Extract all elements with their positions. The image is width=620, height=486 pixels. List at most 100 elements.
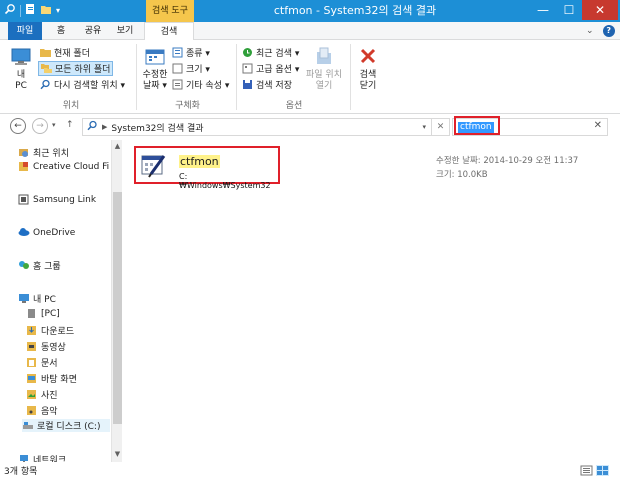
nav-label: [PC] [41, 308, 60, 319]
onedrive-cloud-icon [18, 227, 30, 238]
nav-item-documents[interactable]: 문서 [26, 356, 58, 369]
forward-button[interactable]: → [32, 118, 48, 134]
advanced-options-label: 고급 옵션 ▾ [256, 65, 300, 75]
date-modified-label-1: 수정한 [142, 70, 168, 80]
nav-item-homegroup[interactable]: 홈 그룹 [18, 259, 61, 272]
nav-item-downloads[interactable]: 다운로드 [26, 324, 74, 337]
nav-item-videos[interactable]: 동영상 [26, 340, 66, 353]
tab-share[interactable]: 공유 [80, 22, 106, 40]
search-input[interactable]: ctfmon ✕ [452, 116, 608, 136]
nav-item-onedrive[interactable]: OneDrive [18, 227, 75, 238]
nav-item-network[interactable]: 네트워크 [18, 453, 66, 462]
quick-access-toolbar: ▾ [4, 3, 60, 18]
advanced-options-button[interactable]: 고급 옵션 ▾ [242, 62, 299, 75]
scroll-up-icon[interactable]: ▲ [112, 142, 123, 150]
nav-label: 네트워크 [33, 456, 67, 462]
open-file-location-button[interactable]: 파일 위치 열기 [304, 46, 344, 92]
search-window-icon [4, 3, 16, 18]
current-folder-label: 현재 폴더 [54, 49, 90, 59]
my-pc-button[interactable]: 내 PC [8, 48, 34, 92]
nav-item-pictures[interactable]: 사진 [26, 388, 58, 401]
desktop-folder-icon [26, 373, 37, 384]
date-modified-button[interactable]: 수정한 날짜 ▾ [140, 48, 170, 92]
nav-item-creative-cloud[interactable]: Creative Cloud Fi [18, 161, 109, 172]
open-location-label-1: 파일 위치 [306, 70, 342, 80]
downloads-folder-icon [26, 325, 37, 336]
properties-icon[interactable] [25, 3, 36, 18]
my-pc-label-2: PC [15, 81, 27, 91]
tab-view[interactable]: 보기 [112, 22, 138, 40]
nav-label: Creative Cloud Fi [33, 161, 110, 172]
size-label: 크기 ▾ [186, 65, 210, 75]
nav-item-samsung-link[interactable]: Samsung Link [18, 194, 96, 205]
advanced-options-icon [242, 63, 253, 74]
breadcrumb-chevron-icon[interactable]: ▶ [102, 123, 107, 131]
item-count: 3개 항목 [4, 467, 38, 477]
nav-item-music[interactable]: 음악 [26, 404, 58, 417]
nav-label: 사진 [41, 391, 58, 401]
minimize-button[interactable]: — [530, 0, 556, 20]
maximize-button[interactable]: ☐ [556, 0, 582, 20]
recent-searches-button[interactable]: 최근 검색 ▾ [242, 46, 299, 59]
up-arrow-icon[interactable]: ↑ [66, 120, 74, 130]
details-view-icon[interactable] [580, 465, 593, 476]
other-properties-button[interactable]: 기타 속성 ▾ [172, 78, 229, 91]
local-disk-icon [22, 420, 33, 431]
pictures-folder-icon [26, 389, 37, 400]
scrollbar-thumb[interactable] [113, 192, 122, 424]
nav-item-pc-device[interactable]: [PC] [26, 308, 60, 319]
all-subfolders-button[interactable]: 모든 하위 폴더 [38, 61, 114, 76]
navigation-pane: 최근 위치 Creative Cloud Fi Samsung Link One… [0, 140, 110, 462]
nav-item-recent[interactable]: 최근 위치 [18, 146, 69, 159]
qat-dropdown-icon[interactable]: ▾ [56, 6, 60, 15]
help-icon[interactable]: ? [602, 25, 615, 37]
tab-file[interactable]: 파일 [8, 22, 42, 40]
save-search-button[interactable]: 검색 저장 [242, 78, 292, 91]
size-icon [172, 63, 183, 74]
new-folder-icon[interactable] [40, 4, 52, 18]
options-group-label: 옵션 [285, 101, 303, 111]
music-folder-icon [26, 405, 37, 416]
file-date-modified: 수정한 날짜: 2014-10-29 오전 11:37 [436, 156, 579, 166]
search-input-value[interactable]: ctfmon [458, 122, 494, 133]
size-button[interactable]: 크기 ▾ [172, 62, 210, 75]
large-icons-view-icon[interactable] [596, 465, 609, 476]
samsung-link-icon [18, 194, 29, 205]
tab-search[interactable]: 검색 [144, 22, 194, 41]
search-again-button[interactable]: 다시 검색할 위치 ▾ [40, 78, 125, 91]
file-name[interactable]: ctfmon [179, 155, 220, 168]
nav-pane-scrollbar[interactable]: ▲ ▼ [111, 140, 122, 462]
ribbon: 내 PC 현재 폴더 모든 하위 폴더 다시 검색할 위치 ▾ 위치 수정한 날… [0, 40, 620, 114]
title-bar: ▾ 검색 도구 ctfmon - System32의 검색 결과 — ☐ ✕ [0, 0, 620, 22]
results-pane: ctfmon C:₩Windows₩System32 수정한 날짜: 2014-… [124, 140, 620, 462]
tab-home[interactable]: 홈 [48, 22, 74, 40]
all-subfolders-label: 모든 하위 폴더 [55, 65, 111, 75]
homegroup-icon [18, 260, 29, 271]
location-group-label: 위치 [62, 101, 80, 111]
search-tools-context-tab: 검색 도구 [146, 0, 194, 22]
address-bar-row: ← → ▾ ↑ ▶ System32의 검색 결과 ▾ ✕ ctfmon ✕ [0, 114, 620, 140]
address-dropdown-icon[interactable]: ▾ [422, 123, 426, 131]
device-icon [26, 308, 37, 319]
nav-item-this-pc[interactable]: 내 PC [18, 292, 56, 305]
subfolder-icon [41, 63, 52, 74]
kind-button[interactable]: 종류 ▾ [172, 46, 210, 59]
scroll-down-icon[interactable]: ▼ [112, 450, 123, 458]
refine-group-label: 구체화 [175, 101, 200, 111]
other-properties-label: 기타 속성 ▾ [186, 81, 230, 91]
nav-item-desktop[interactable]: 바탕 화면 [26, 372, 77, 385]
clear-search-location-icon[interactable]: ✕ [432, 118, 450, 136]
my-pc-label-1: 내 [16, 70, 26, 80]
search-clear-icon[interactable]: ✕ [594, 120, 602, 131]
nav-item-local-disk[interactable]: 로컬 디스크 (C:) [22, 419, 110, 432]
result-item[interactable]: ctfmon C:₩Windows₩System32 [134, 146, 280, 190]
breadcrumb[interactable]: System32의 검색 결과 [111, 121, 203, 134]
back-button[interactable]: ← [10, 118, 26, 134]
ribbon-expand-icon[interactable]: ⌄ [586, 26, 594, 36]
nav-label: Samsung Link [33, 194, 97, 205]
address-box[interactable]: ▶ System32의 검색 결과 ▾ [82, 118, 432, 136]
close-button[interactable]: ✕ [582, 0, 618, 20]
current-folder-button[interactable]: 현재 폴더 [40, 46, 90, 59]
recent-locations-chevron-icon[interactable]: ▾ [52, 121, 56, 129]
close-search-button[interactable]: 검색 닫기 [354, 46, 382, 92]
